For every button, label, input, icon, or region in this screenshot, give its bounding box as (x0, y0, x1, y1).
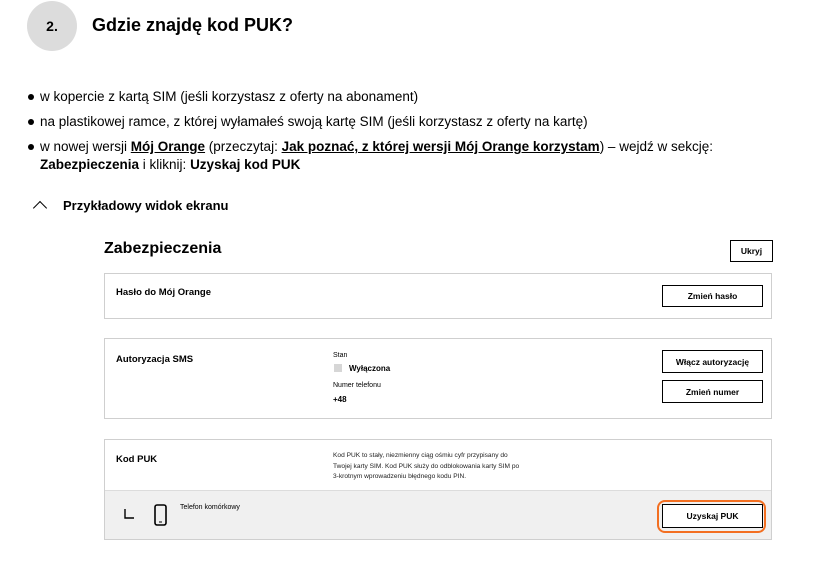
sms-auth-card: Autoryzacja SMS Stan Wyłączona Numer tel… (104, 338, 772, 419)
puk-label: Kod PUK (116, 454, 158, 465)
bullet-list: w kopercie z kartą SIM (jeśli korzystasz… (28, 88, 788, 181)
tree-branch-icon (124, 509, 134, 519)
bullet-text-part: w nowej wersji (40, 139, 131, 154)
change-number-button[interactable]: Zmień numer (662, 380, 763, 403)
screen-title: Zabezpieczenia (104, 240, 222, 257)
example-toggle[interactable]: Przykładowy widok ekranu (32, 197, 229, 216)
bullet-text-envelope: w kopercie z kartą SIM (jeśli korzystasz… (40, 89, 419, 104)
puk-description-line: 3-krotnym wprowadzeniu błędnego kodu PIN… (333, 473, 467, 480)
sms-auth-label: Autoryzacja SMS (116, 354, 194, 365)
puk-description-line: Kod PUK to stały, niezmienny ciąg ośmiu … (333, 452, 508, 459)
hide-button[interactable]: Ukryj (730, 240, 773, 262)
status-value: Wyłączona (349, 364, 391, 373)
step-title: Gdzie znajdę kod PUK? (92, 15, 294, 35)
enable-sms-auth-button[interactable]: Włącz autoryzację (662, 350, 763, 373)
status-indicator (334, 364, 342, 372)
phone-label: Numer telefonu (333, 382, 381, 389)
list-item: w kopercie z kartą SIM (jeśli korzystasz… (28, 88, 788, 106)
action-name: Uzyskaj kod PUK (190, 157, 301, 172)
bullet-text-part: ) – wejdź w sekcję: (599, 139, 713, 154)
phone-value: +48 (333, 395, 347, 404)
bullet-text-frame: na plastikowej ramce, z której wyłamałeś… (40, 114, 588, 129)
moj-orange-link[interactable]: Mój Orange (131, 139, 205, 154)
change-password-button[interactable]: Zmień hasło (662, 285, 763, 307)
step-number-badge: 2. (27, 1, 77, 51)
status-label: Stan (333, 352, 348, 359)
bullet-text-part: (przeczytaj: (205, 139, 282, 154)
example-label: Przykładowy widok ekranu (63, 197, 229, 213)
section-name: Zabezpieczenia (40, 157, 140, 172)
list-item: w nowej wersji Mój Orange (przeczytaj: J… (28, 138, 788, 174)
bullet-text-part: i kliknij: (139, 157, 191, 172)
device-label: Telefon komórkowy (180, 504, 240, 511)
puk-description: Kod PUK to stały, niezmienny ciąg ośmiu … (333, 451, 553, 483)
mobile-phone-icon (154, 504, 167, 526)
chevron-up-icon (32, 200, 48, 216)
step-number: 2. (46, 18, 58, 34)
list-item: na plastikowej ramce, z której wyłamałeś… (28, 113, 788, 131)
highlight-ring (657, 500, 766, 533)
puk-description-line: Twojej karty SIM. Kod PUK służy do odblo… (333, 462, 520, 470)
which-version-link[interactable]: Jak poznać, z której wersji Mój Orange k… (282, 139, 600, 154)
password-card: Hasło do Mój Orange Zmień hasło (104, 273, 772, 319)
password-label: Hasło do Mój Orange (116, 287, 212, 298)
